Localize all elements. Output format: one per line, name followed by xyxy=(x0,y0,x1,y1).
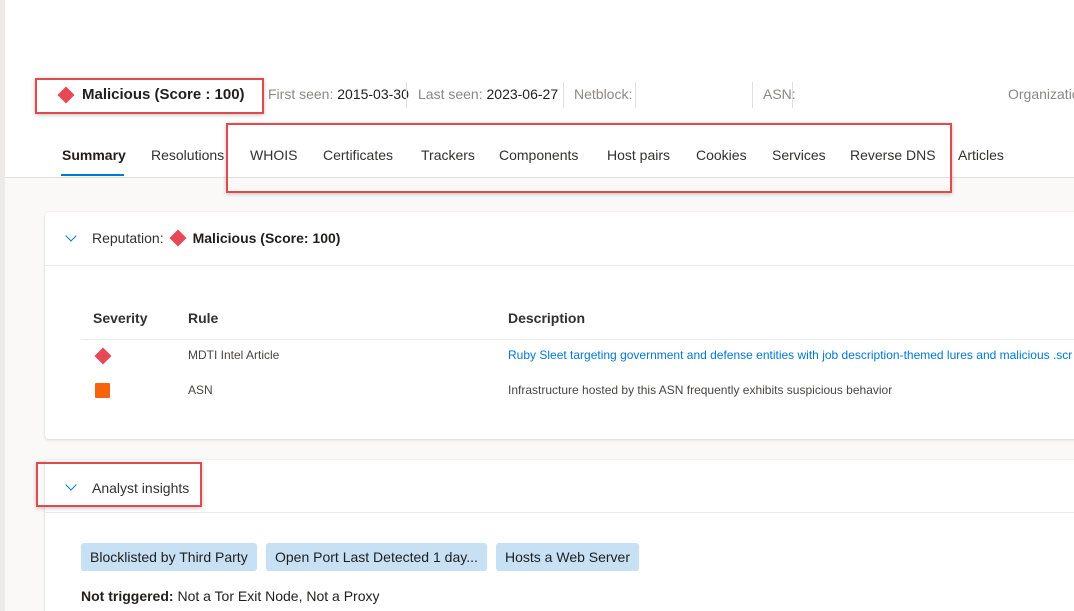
first-seen-label: First seen: xyxy=(268,86,334,102)
reputation-value: Malicious (Score: 100) xyxy=(192,230,341,246)
first-seen: First seen: 2015-03-30 xyxy=(268,86,409,102)
insight-tag[interactable]: Open Port Last Detected 1 day... xyxy=(266,543,487,571)
last-seen-value: 2023-06-27 xyxy=(486,86,559,102)
not-triggered-text: Not triggered: Not a Tor Exit Node, Not … xyxy=(81,588,380,604)
meta-divider xyxy=(563,82,564,108)
column-header-severity: Severity xyxy=(93,310,148,326)
rule-cell: ASN xyxy=(188,383,213,397)
tab-cookies[interactable]: Cookies xyxy=(696,147,747,163)
netblock: Netblock: xyxy=(574,86,632,102)
not-triggered-label: Not triggered: xyxy=(81,588,174,604)
column-header-description: Description xyxy=(508,310,586,326)
tab-services[interactable]: Services xyxy=(772,147,826,163)
insight-tag[interactable]: Blocklisted by Third Party xyxy=(81,543,257,571)
tab-articles[interactable]: Articles xyxy=(958,147,1004,163)
tab-host-pairs[interactable]: Host pairs xyxy=(607,147,670,163)
reputation-label: Reputation: xyxy=(92,230,164,246)
reputation-card: Reputation: Malicious (Score: 100) Sever… xyxy=(45,212,1074,439)
rule-cell: MDTI Intel Article xyxy=(188,348,280,362)
analyst-insights-title[interactable]: Analyst insights xyxy=(92,480,189,496)
tab-trackers[interactable]: Trackers xyxy=(421,147,475,163)
description-cell: Infrastructure hosted by this ASN freque… xyxy=(508,383,893,397)
last-seen-label: Last seen: xyxy=(418,86,483,102)
meta-divider xyxy=(635,82,636,108)
netblock-label: Netblock: xyxy=(574,86,633,102)
not-triggered-value: Not a Tor Exit Node, Not a Proxy xyxy=(177,588,380,604)
analyst-insights-card: Analyst insights Blocklisted by Third Pa… xyxy=(45,460,1074,611)
organization: Organization xyxy=(1008,86,1074,102)
card-divider xyxy=(45,512,1074,513)
first-seen-value: 2015-03-30 xyxy=(337,86,409,102)
orange-square-icon xyxy=(95,383,110,398)
tab-whois[interactable]: WHOIS xyxy=(250,147,297,163)
chevron-down-icon[interactable] xyxy=(65,479,77,491)
description-link[interactable]: Ruby Sleet targeting government and defe… xyxy=(508,348,1072,362)
header-divider xyxy=(5,177,1074,178)
organization-label: Organization xyxy=(1008,86,1074,102)
malicious-diamond-icon xyxy=(169,229,187,247)
red-diamond-icon xyxy=(94,347,112,365)
last-seen: Last seen: 2023-06-27 xyxy=(418,86,558,102)
chevron-down-icon[interactable] xyxy=(65,230,77,242)
asn: ASN: xyxy=(763,86,796,102)
reputation-header[interactable]: Reputation: Malicious (Score: 100) xyxy=(92,229,341,247)
verdict-badge: Malicious (Score : 100) xyxy=(57,86,245,103)
meta-divider xyxy=(792,82,793,108)
insight-tag[interactable]: Hosts a Web Server xyxy=(496,543,640,571)
column-header-rule: Rule xyxy=(188,310,219,326)
meta-divider xyxy=(752,82,753,108)
tab-resolutions[interactable]: Resolutions xyxy=(151,147,224,163)
asn-label: ASN: xyxy=(763,86,796,102)
table-header-divider xyxy=(81,339,1074,340)
meta-divider xyxy=(406,82,407,108)
active-tab-indicator xyxy=(61,174,124,176)
card-divider xyxy=(45,265,1074,266)
verdict-text: Malicious (Score : 100) xyxy=(82,86,245,103)
malicious-diamond-icon xyxy=(57,86,75,103)
tab-components[interactable]: Components xyxy=(499,147,578,163)
tab-summary[interactable]: Summary xyxy=(62,147,126,163)
tab-reverse-dns[interactable]: Reverse DNS xyxy=(850,147,936,163)
tab-certificates[interactable]: Certificates xyxy=(323,147,393,163)
